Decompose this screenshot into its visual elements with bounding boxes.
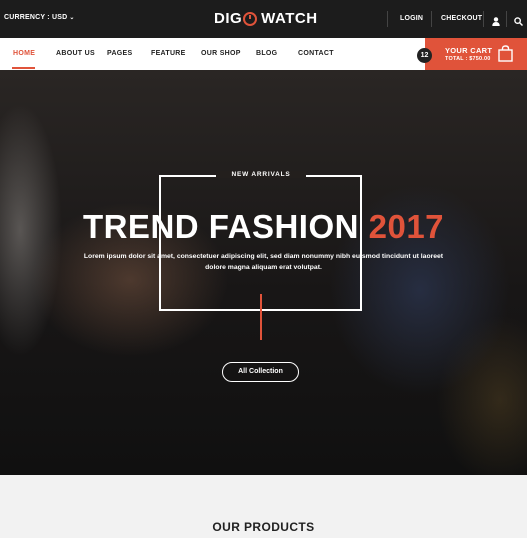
cart-total: TOTAL : $750.00 [445, 56, 491, 62]
logo-text-right: WATCH [261, 10, 318, 27]
shopping-bag-icon [498, 45, 513, 67]
nav-item-home[interactable]: HOME [13, 50, 35, 57]
hero-description: Lorem ipsum dolor sit amet, consectetuer… [83, 253, 444, 271]
hero-title: TREND FASHION 2017 [0, 208, 527, 246]
hero-tagline: NEW ARRIVALS [216, 171, 306, 178]
login-link[interactable]: LOGIN [400, 15, 423, 22]
user-icon[interactable] [492, 13, 500, 31]
hero-title-year: 2017 [368, 208, 445, 245]
active-nav-indicator [12, 67, 35, 69]
site-logo[interactable]: DIG WATCH [214, 10, 318, 27]
section-title: OUR PRODUCTS [212, 520, 315, 534]
nav-item-feature[interactable]: FEATURE [151, 50, 186, 57]
nav-item-pages[interactable]: PAGES [107, 50, 133, 57]
divider [506, 11, 507, 27]
hero-banner: NEW ARRIVALS TREND FASHION 2017 Lorem ip… [0, 70, 527, 475]
top-bar: CURRENCY : USD ⌄ DIG WATCH LOGIN CHECKOU… [0, 0, 527, 38]
currency-selector[interactable]: CURRENCY : USD ⌄ [4, 14, 75, 21]
cart-count-badge: 12 [417, 48, 432, 63]
nav-item-blog[interactable]: BLOG [256, 50, 277, 57]
divider [431, 11, 432, 27]
nav-item-about-us[interactable]: ABOUT US [56, 50, 95, 57]
search-icon[interactable] [514, 13, 524, 31]
nav-item-our-shop[interactable]: OUR SHOP [201, 50, 241, 57]
chevron-down-icon: ⌄ [69, 15, 75, 21]
divider [387, 11, 388, 27]
checkout-link[interactable]: CHECKOUT [441, 15, 482, 22]
hero-title-text: TREND FASHION [82, 208, 359, 245]
logo-text-left: DIG [214, 10, 243, 27]
hero-accent-line [260, 294, 262, 340]
cart-title: YOUR CART [445, 46, 493, 55]
divider [483, 11, 484, 27]
nav-item-contact[interactable]: CONTACT [298, 50, 334, 57]
clock-icon [243, 11, 258, 26]
cart-button[interactable]: YOUR CART TOTAL : $750.00 [425, 38, 527, 70]
currency-label: CURRENCY : USD [4, 14, 68, 21]
all-collection-button[interactable]: All Collection [222, 362, 299, 382]
